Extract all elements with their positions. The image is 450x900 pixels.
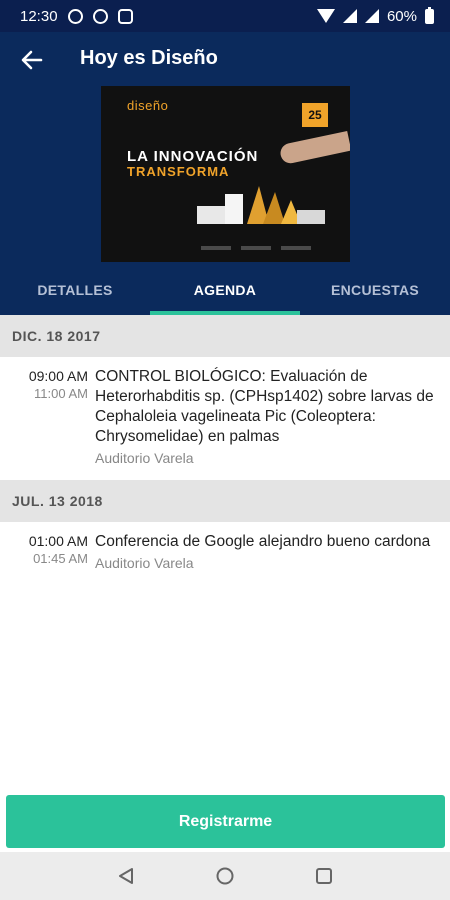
- event-title: CONTROL BIOLÓGICO: Evaluación de Heteror…: [95, 368, 434, 445]
- event-title: Conferencia de Google alejandro bueno ca…: [95, 533, 431, 550]
- event-end-time: 01:45 AM: [33, 551, 88, 566]
- event-start-time: 01:00 AM: [28, 533, 88, 549]
- page-title: Hoy es Diseño: [80, 47, 218, 69]
- signal-icon: [342, 9, 357, 23]
- banner-footer-strip: [101, 246, 350, 252]
- instagram-icon: [117, 8, 133, 24]
- app-header: Hoy es Diseño diseño 25 LA INNOVACIÓN TR…: [0, 32, 450, 315]
- signal-icon: [364, 9, 379, 23]
- status-left: 12:30: [20, 0, 133, 32]
- agenda-event-item[interactable]: 09:00 AM 11:00 AM CONTROL BIOLÓGICO: Eva…: [0, 357, 450, 480]
- battery-icon: [425, 6, 434, 24]
- date-section-header: DIC. 18 2017: [0, 315, 450, 357]
- whatsapp-icon: [67, 8, 83, 24]
- system-nav-bar: [0, 852, 450, 900]
- nav-recents-button[interactable]: [312, 864, 336, 888]
- banner-logo: diseño: [127, 98, 169, 113]
- tab-agenda[interactable]: AGENDA: [150, 272, 300, 315]
- whatsapp-icon: [92, 8, 108, 24]
- wifi-icon: [316, 9, 335, 23]
- nav-back-button[interactable]: [114, 864, 138, 888]
- tab-bar: DETALLES AGENDA ENCUESTAS: [0, 272, 450, 315]
- back-button[interactable]: [18, 46, 46, 74]
- battery-percent: 60%: [386, 7, 417, 25]
- tab-encuestas[interactable]: ENCUESTAS: [300, 272, 450, 315]
- tab-detalles[interactable]: DETALLES: [0, 272, 150, 315]
- banner-sculpture-graphic: [197, 186, 325, 224]
- banner-hand-graphic: [278, 130, 350, 166]
- banner-date-badge: 25: [302, 103, 328, 127]
- event-location: Auditorio Varela: [95, 450, 194, 466]
- nav-home-button[interactable]: [213, 864, 237, 888]
- arrow-left-icon: [21, 50, 43, 70]
- status-right: 60%: [316, 0, 434, 32]
- banner-subheadline: TRANSFORMA: [127, 164, 230, 179]
- date-section-header: JUL. 13 2018: [0, 480, 450, 522]
- banner-headline: LA INNOVACIÓN: [127, 148, 259, 165]
- back-triangle-icon: [119, 868, 133, 884]
- status-time: 12:30: [20, 7, 58, 25]
- event-times: 09:00 AM 11:00 AM: [8, 367, 88, 468]
- recents-square-icon: [316, 868, 332, 884]
- agenda-list: DIC. 18 2017 09:00 AM 11:00 AM CONTROL B…: [0, 315, 450, 795]
- event-end-time: 11:00 AM: [34, 386, 88, 401]
- register-button[interactable]: Registrarme: [6, 795, 445, 848]
- agenda-event-item[interactable]: 01:00 AM 01:45 AM Conferencia de Google …: [0, 522, 450, 585]
- event-details: CONTROL BIOLÓGICO: Evaluación de Heteror…: [95, 367, 438, 468]
- event-details: Conferencia de Google alejandro bueno ca…: [95, 532, 430, 573]
- event-location: Auditorio Varela: [95, 555, 194, 571]
- event-start-time: 09:00 AM: [28, 368, 88, 384]
- status-bar: 12:30 60%: [0, 0, 450, 32]
- home-circle-icon: [216, 867, 234, 885]
- event-times: 01:00 AM 01:45 AM: [8, 532, 88, 573]
- event-banner-image: diseño 25 LA INNOVACIÓN TRANSFORMA: [101, 86, 350, 262]
